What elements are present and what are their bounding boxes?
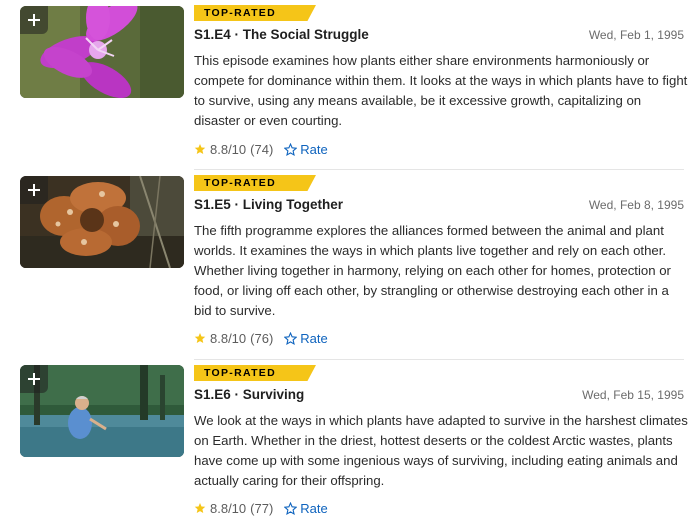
- rate-label: Rate: [300, 330, 328, 346]
- episode-description: We look at the ways in which plants have…: [194, 413, 688, 488]
- rate-button[interactable]: Rate: [284, 141, 328, 157]
- top-rated-badge: TOP-RATED: [194, 5, 316, 21]
- episode-air-date: Wed, Feb 15, 1995: [582, 388, 684, 402]
- top-rated-badge: TOP-RATED: [194, 365, 316, 381]
- rate-label: Rate: [300, 141, 328, 157]
- plus-icon: [28, 373, 40, 385]
- add-to-watchlist-button[interactable]: [20, 6, 48, 34]
- star-outline-icon: [284, 142, 298, 156]
- rating-row: 8.8/10 (74) Rate: [194, 140, 328, 158]
- rating-value: 8.8/10: [210, 141, 247, 157]
- rate-button[interactable]: Rate: [284, 500, 328, 516]
- rate-label: Rate: [300, 500, 328, 516]
- star-outline-icon: [284, 501, 298, 515]
- star-outline-icon: [284, 331, 298, 345]
- star-icon: [194, 333, 206, 343]
- episode-item: TOP-RATED S1.E6 · Surviving Wed, Feb 15,…: [0, 360, 700, 525]
- episode-title[interactable]: S1.E6 · Surviving: [194, 387, 304, 402]
- rating-row: 8.8/10 (76) Rate: [194, 329, 328, 347]
- rating-row: 8.8/10 (77) Rate: [194, 499, 328, 517]
- vote-count: (76): [250, 330, 274, 346]
- star-icon: [194, 144, 206, 154]
- top-rated-badge: TOP-RATED: [194, 175, 316, 191]
- episode-description: This episode examines how plants either …: [194, 53, 688, 128]
- rating-value: 8.8/10: [210, 330, 247, 346]
- add-to-watchlist-button[interactable]: [20, 365, 48, 393]
- episode-thumbnail[interactable]: [20, 6, 184, 98]
- vote-count: (77): [250, 500, 274, 516]
- episode-thumbnail[interactable]: [20, 176, 184, 268]
- episode-air-date: Wed, Feb 1, 1995: [588, 28, 684, 42]
- plus-icon: [28, 14, 40, 26]
- episode-air-date: Wed, Feb 8, 1995: [588, 198, 684, 212]
- episode-thumbnail[interactable]: [20, 365, 184, 457]
- episode-title[interactable]: S1.E5 · Living Together: [194, 197, 343, 212]
- episode-description: The fifth programme explores the allianc…: [194, 223, 671, 318]
- star-icon: [194, 503, 206, 513]
- episode-title[interactable]: S1.E4 · The Social Struggle: [194, 27, 369, 42]
- add-to-watchlist-button[interactable]: [20, 176, 48, 204]
- episode-item: TOP-RATED S1.E4 · The Social Struggle We…: [0, 0, 700, 170]
- plus-icon: [28, 184, 40, 196]
- episode-item: TOP-RATED S1.E5 · Living Together Wed, F…: [0, 170, 700, 360]
- rating-value: 8.8/10: [210, 500, 247, 516]
- vote-count: (74): [250, 141, 274, 157]
- rate-button[interactable]: Rate: [284, 330, 328, 346]
